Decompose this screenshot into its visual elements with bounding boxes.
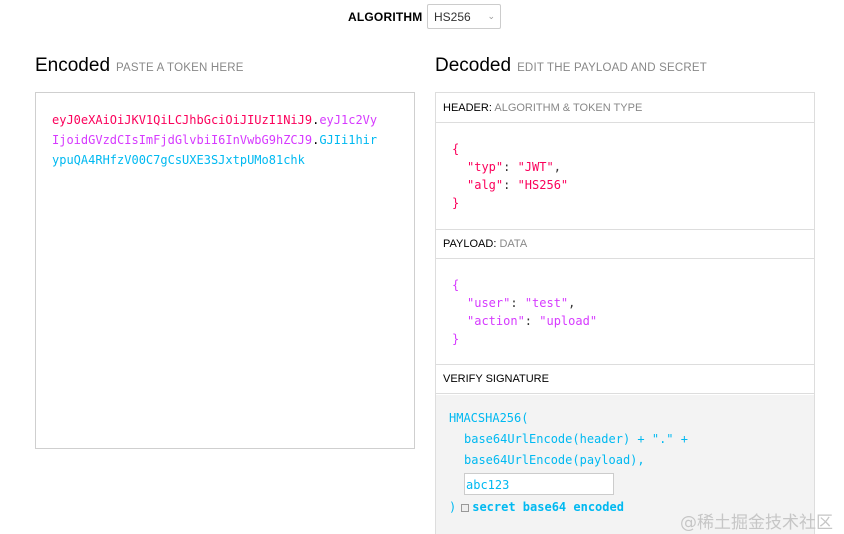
header-section-title: HEADER: ALGORITHM & TOKEN TYPE	[436, 93, 814, 123]
json-key: "alg"	[467, 178, 504, 192]
secret-input[interactable]	[464, 473, 614, 495]
json-value: "HS256"	[517, 178, 569, 192]
close-brace: }	[452, 196, 460, 210]
encoded-title: Encoded PASTE A TOKEN HERE	[35, 55, 244, 77]
encoded-heading: Encoded	[35, 55, 111, 76]
header-json-editor[interactable]: { "typ": "JWT", "alg": "HS256" }	[436, 140, 814, 212]
secret-base64-checkbox[interactable]	[461, 503, 470, 512]
algorithm-select[interactable]: HS256 ⌄	[427, 4, 501, 29]
json-key: "user"	[467, 296, 511, 310]
open-brace: {	[452, 278, 460, 292]
json-line: "alg": "HS256"	[467, 178, 569, 192]
verify-label: VERIFY SIGNATURE	[443, 373, 549, 385]
close-brace: }	[452, 332, 460, 346]
verify-line-1: HMACSHA256(	[449, 411, 529, 425]
algorithm-selected-value: HS256	[434, 10, 471, 24]
algorithm-bar: ALGORITHM HS256 ⌄	[0, 4, 844, 30]
verify-line-2: base64UrlEncode(header) + "." +	[464, 432, 688, 446]
decoded-heading: Decoded	[435, 55, 512, 76]
decoded-subtitle: EDIT THE PAYLOAD AND SECRET	[517, 62, 707, 74]
payload-label: PAYLOAD:	[443, 238, 497, 250]
payload-hint: DATA	[499, 238, 528, 250]
json-line: "user": "test",	[467, 296, 576, 310]
json-key: "action"	[467, 314, 525, 328]
json-value: "upload"	[539, 314, 598, 328]
json-line: "typ": "JWT",	[467, 160, 561, 174]
decoded-title: Decoded EDIT THE PAYLOAD AND SECRET	[435, 55, 707, 77]
json-value: "JWT"	[517, 160, 554, 174]
open-brace: {	[452, 142, 460, 156]
encoded-subtitle: PASTE A TOKEN HERE	[116, 62, 244, 74]
payload-json-editor[interactable]: { "user": "test", "action": "upload" }	[436, 276, 814, 348]
header-label: HEADER:	[443, 102, 492, 114]
payload-section-title: PAYLOAD: DATA	[436, 229, 814, 259]
encoded-token-editor[interactable]: eyJ0eXAiOiJKV1QiLCJhbGciOiJIUzI1NiJ9.eyJ…	[35, 92, 415, 449]
json-key: "typ"	[467, 160, 504, 174]
secret-base64-label[interactable]: secret base64 encoded	[472, 500, 624, 514]
verify-section-title: VERIFY SIGNATURE	[436, 364, 814, 394]
algorithm-label: ALGORITHM	[348, 10, 423, 24]
close-paren: )	[449, 500, 457, 514]
header-hint: ALGORITHM & TOKEN TYPE	[494, 102, 643, 114]
token-header-part: eyJ0eXAiOiJKV1QiLCJhbGciOiJIUzI1NiJ9	[52, 113, 313, 127]
verify-line-3: base64UrlEncode(payload),	[464, 453, 645, 467]
json-line: "action": "upload"	[467, 314, 598, 328]
chevron-down-icon: ⌄	[487, 11, 495, 21]
watermark: @稀土掘金技术社区	[680, 513, 833, 533]
decoded-panel: HEADER: ALGORITHM & TOKEN TYPE { "typ": …	[435, 92, 815, 534]
json-value: "test"	[524, 296, 569, 310]
token-text[interactable]: eyJ0eXAiOiJKV1QiLCJhbGciOiJIUzI1NiJ9.eyJ…	[52, 110, 382, 170]
